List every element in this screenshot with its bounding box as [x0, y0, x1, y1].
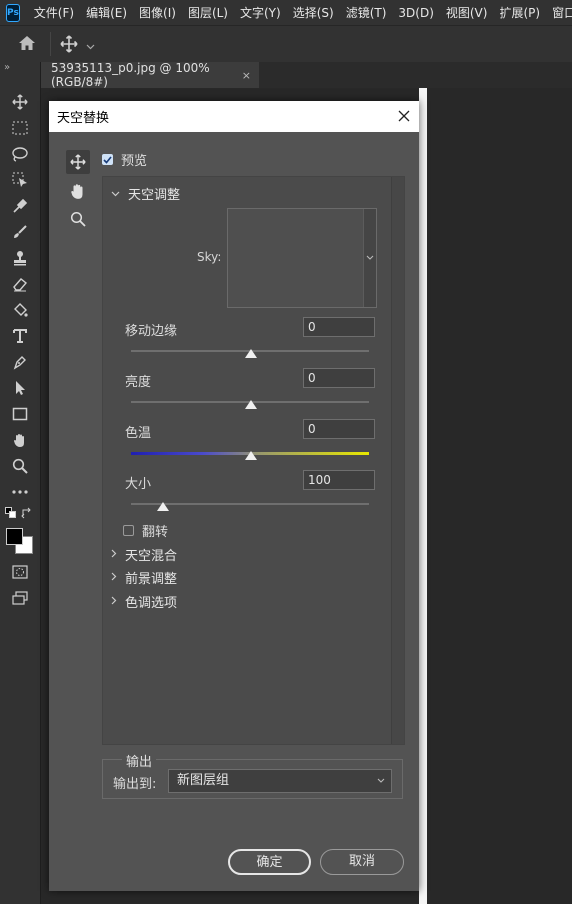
flip-label: 翻转	[142, 525, 169, 540]
output-to-value: 新图层组	[177, 773, 230, 788]
swap-colors-icon[interactable]	[20, 506, 34, 520]
flip-option[interactable]: 翻转	[123, 521, 168, 540]
collapse-panel-icon[interactable]: »	[4, 62, 10, 73]
options-bar	[0, 25, 572, 63]
menu-type[interactable]: 文字(Y)	[240, 4, 281, 21]
brightness-input[interactable]: 0	[303, 368, 375, 388]
hand-tool-icon[interactable]	[10, 430, 30, 450]
home-icon[interactable]	[18, 35, 36, 54]
chevron-right-icon	[111, 594, 117, 609]
object-selection-tool-icon[interactable]	[10, 170, 30, 190]
brush-tool-icon[interactable]	[10, 222, 30, 242]
chevron-down-icon	[366, 255, 374, 260]
settings-panel: 天空调整 Sky: 移动边缘 0 亮度 0 色温 0 大小 100 翻转 天空混…	[102, 176, 405, 745]
rectangle-tool-icon[interactable]	[10, 404, 30, 424]
brightness-slider-thumb[interactable]	[245, 399, 257, 409]
sky-replacement-dialog: 天空替换 预览 天空调整 Sky: 移动边缘 0 亮度 0 色温 0 大小 10…	[49, 101, 419, 891]
screen-mode-icon[interactable]	[10, 588, 30, 608]
temperature-input[interactable]: 0	[303, 419, 375, 439]
pen-tool-icon[interactable]	[10, 352, 30, 372]
scale-slider-thumb[interactable]	[157, 501, 169, 511]
sky-label: Sky:	[197, 250, 222, 264]
section-foreground-adjust-label: 前景调整	[125, 572, 178, 587]
preview-checkbox[interactable]	[102, 154, 113, 165]
options-separator	[50, 32, 51, 56]
scale-input[interactable]: 100	[303, 470, 375, 490]
menu-layer[interactable]: 图层(L)	[188, 4, 228, 21]
chevron-right-icon	[111, 547, 117, 562]
menu-window[interactable]: 窗口(W)	[552, 4, 572, 21]
chevron-down-icon[interactable]	[86, 39, 95, 53]
temperature-slider-thumb[interactable]	[245, 450, 257, 460]
shift-edge-label: 移动边缘	[125, 324, 178, 339]
sky-dropdown-button[interactable]	[363, 209, 376, 307]
flip-checkbox[interactable]	[123, 525, 134, 536]
eyedropper-tool-icon[interactable]	[10, 196, 30, 216]
section-sky-adjust[interactable]: 天空调整	[111, 184, 180, 203]
tools-panel: »	[0, 62, 41, 904]
preview-label: 预览	[121, 154, 148, 169]
paint-bucket-tool-icon[interactable]	[10, 300, 30, 320]
sky-preset-picker[interactable]	[227, 208, 377, 308]
section-foreground-adjust[interactable]: 前景调整	[111, 568, 177, 587]
dialog-title: 天空替换	[57, 111, 110, 126]
menu-view[interactable]: 视图(V)	[446, 4, 488, 21]
menu-bar: Ps 文件(F) 编辑(E) 图像(I) 图层(L) 文字(Y) 选择(S) 滤…	[0, 0, 572, 25]
foreground-color-swatch[interactable]	[6, 528, 23, 545]
quick-mask-icon[interactable]	[10, 562, 30, 582]
move-tool-icon[interactable]	[10, 92, 30, 112]
section-sky-blend-label: 天空混合	[125, 549, 178, 564]
sky-move-tool-icon[interactable]	[66, 150, 90, 174]
clone-stamp-tool-icon[interactable]	[10, 248, 30, 268]
lasso-tool-icon[interactable]	[10, 144, 30, 164]
document-tab-bar: 53935113_p0.jpg @ 100%(RGB/8#) ×	[41, 61, 572, 89]
zoom-tool-icon[interactable]	[10, 456, 30, 476]
more-tools-icon[interactable]	[10, 482, 30, 502]
output-legend: 输出	[122, 751, 157, 770]
close-icon[interactable]	[397, 109, 411, 123]
close-tab-icon[interactable]: ×	[242, 69, 251, 82]
type-tool-icon[interactable]	[10, 326, 30, 346]
menu-edit[interactable]: 编辑(E)	[86, 4, 127, 21]
ok-button[interactable]: 确定	[228, 849, 311, 875]
output-to-label: 输出到:	[113, 777, 157, 792]
shift-edge-input[interactable]: 0	[303, 317, 375, 337]
scale-label: 大小	[125, 477, 152, 492]
chevron-right-icon	[111, 570, 117, 585]
menu-select[interactable]: 选择(S)	[293, 4, 334, 21]
document-tab[interactable]: 53935113_p0.jpg @ 100%(RGB/8#) ×	[41, 61, 259, 89]
shift-edge-slider-thumb[interactable]	[245, 348, 257, 358]
panel-scrollbar[interactable]	[391, 177, 404, 744]
chevron-down-icon	[111, 186, 120, 201]
path-selection-tool-icon[interactable]	[10, 378, 30, 398]
section-sky-adjust-label: 天空调整	[128, 188, 181, 203]
section-sky-blend[interactable]: 天空混合	[111, 545, 177, 564]
menu-plugins[interactable]: 扩展(P)	[499, 4, 540, 21]
photoshop-logo: Ps	[6, 3, 20, 22]
sky-hand-tool-icon[interactable]	[66, 179, 90, 203]
sky-zoom-tool-icon[interactable]	[66, 207, 90, 231]
default-colors-icon[interactable]	[4, 506, 18, 520]
chevron-down-icon	[377, 770, 385, 801]
output-to-select[interactable]: 新图层组	[168, 769, 392, 793]
menu-image[interactable]: 图像(I)	[139, 4, 176, 21]
section-tone-options-label: 色调选项	[125, 596, 178, 611]
dialog-titlebar: 天空替换	[49, 101, 419, 132]
menu-3d[interactable]: 3D(D)	[398, 6, 433, 20]
marquee-tool-icon[interactable]	[10, 118, 30, 138]
eraser-tool-icon[interactable]	[10, 274, 30, 294]
document-tab-title: 53935113_p0.jpg @ 100%(RGB/8#)	[51, 61, 210, 89]
move-tool-preset-icon[interactable]	[60, 35, 78, 56]
menu-filter[interactable]: 滤镜(T)	[346, 4, 387, 21]
preview-option[interactable]: 预览	[102, 150, 147, 169]
canvas-image-edge	[419, 88, 427, 904]
temperature-label: 色温	[125, 426, 152, 441]
cancel-button[interactable]: 取消	[320, 849, 404, 875]
menu-file[interactable]: 文件(F)	[34, 4, 74, 21]
brightness-label: 亮度	[125, 375, 152, 390]
section-tone-options[interactable]: 色调选项	[111, 592, 177, 611]
